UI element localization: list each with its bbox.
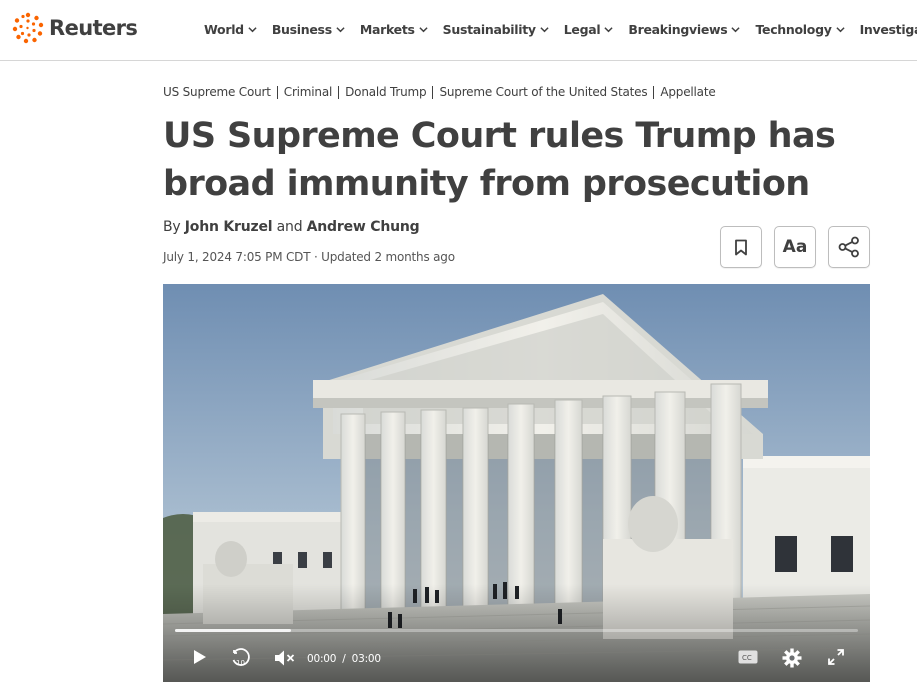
author-link[interactable]: John Kruzel: [185, 219, 273, 235]
text-size-button[interactable]: Aa: [774, 226, 816, 268]
breadcrumb-link[interactable]: Criminal: [284, 85, 333, 99]
nav-item-label: World: [204, 21, 244, 37]
nav-item-label: Legal: [563, 21, 601, 37]
nav-item-legal[interactable]: Legal: [564, 22, 614, 37]
byline-conjunction: and: [276, 219, 303, 235]
nav-item-markets[interactable]: Markets: [360, 22, 428, 37]
fullscreen-icon: [828, 649, 844, 665]
chevron-down-icon: [336, 26, 345, 32]
byline-prefix: By: [163, 219, 181, 235]
video-progress-bar[interactable]: [175, 629, 858, 632]
video-duration: 03:00: [351, 653, 381, 665]
byline: By John Kruzel and Andrew Chung: [163, 219, 420, 235]
logo-wordmark: Reuters: [49, 16, 138, 40]
site-header: Reuters World Business Markets Sustainab…: [0, 0, 917, 61]
fullscreen-button[interactable]: [825, 646, 847, 668]
author-link[interactable]: Andrew Chung: [307, 219, 420, 235]
reuters-logo[interactable]: Reuters: [12, 11, 138, 45]
video-time: 00:00 / 03:00: [307, 653, 381, 665]
reuters-logo-icon: [12, 12, 44, 44]
breadcrumb-divider: [432, 85, 434, 99]
article-headline: US Supreme Court rules Trump has broad i…: [163, 116, 836, 204]
nav-item-sustainability[interactable]: Sustainability: [443, 22, 549, 37]
article-dateline: July 1, 2024 7:05 PM CDT · Updated 2 mon…: [163, 250, 455, 264]
share-button[interactable]: [828, 226, 870, 268]
settings-button[interactable]: [780, 646, 804, 670]
breadcrumb-divider: [276, 85, 278, 99]
nav-item-world[interactable]: World: [204, 22, 257, 37]
chevron-down-icon: [540, 26, 549, 32]
video-progress-fill: [175, 629, 292, 632]
share-icon: [838, 236, 859, 258]
mute-icon: [275, 650, 295, 666]
nav-item-label: Technology: [755, 21, 832, 37]
chevron-down-icon: [604, 26, 613, 32]
video-player[interactable]: 10 00:00 / 03:00 CC: [163, 284, 870, 682]
nav-item-technology[interactable]: Technology: [755, 21, 845, 37]
text-size-label: Aa: [782, 237, 808, 257]
nav-item-label: Investigations: [859, 21, 917, 37]
svg-text:10: 10: [236, 659, 245, 667]
supreme-court-building-image: [163, 284, 870, 682]
play-icon: [194, 650, 206, 664]
settings-icon: [782, 648, 802, 668]
nav-item-label: Breakingviews: [628, 21, 728, 37]
closed-captions-icon: CC: [738, 650, 758, 664]
nav-item-label: Markets: [359, 21, 415, 37]
svg-text:CC: CC: [742, 654, 752, 662]
closed-captions-button[interactable]: CC: [737, 646, 759, 668]
time-separator: /: [342, 653, 346, 665]
chevron-down-icon: [835, 26, 845, 32]
nav-item-label: Sustainability: [442, 21, 536, 37]
breadcrumb-divider: [338, 85, 340, 99]
chevron-down-icon: [248, 26, 257, 32]
bookmark-icon: [735, 239, 747, 255]
nav-item-investigations[interactable]: Investigations: [860, 22, 917, 37]
mute-button[interactable]: [273, 646, 297, 670]
nav-item-breakingviews[interactable]: Breakingviews: [628, 21, 741, 37]
breadcrumb: US Supreme Court Criminal Donald Trump S…: [163, 85, 716, 99]
chevron-down-icon: [731, 26, 741, 32]
main-nav: World Business Markets Sustainability Le…: [204, 0, 917, 58]
breadcrumb-divider: [653, 85, 655, 99]
chevron-down-icon: [419, 26, 428, 32]
nav-item-business[interactable]: Business: [272, 22, 345, 37]
breadcrumb-link[interactable]: Supreme Court of the United States: [439, 85, 647, 99]
bookmark-button[interactable]: [720, 226, 762, 268]
breadcrumb-link[interactable]: US Supreme Court: [163, 85, 271, 99]
replay-10-icon: 10: [232, 648, 250, 667]
breadcrumb-link[interactable]: Appellate: [660, 85, 715, 99]
rewind-10-button[interactable]: 10: [229, 646, 253, 670]
play-button[interactable]: [189, 646, 211, 668]
video-current-time: 00:00: [307, 653, 337, 665]
breadcrumb-link[interactable]: Donald Trump: [345, 85, 427, 99]
nav-item-label: Business: [271, 21, 332, 37]
